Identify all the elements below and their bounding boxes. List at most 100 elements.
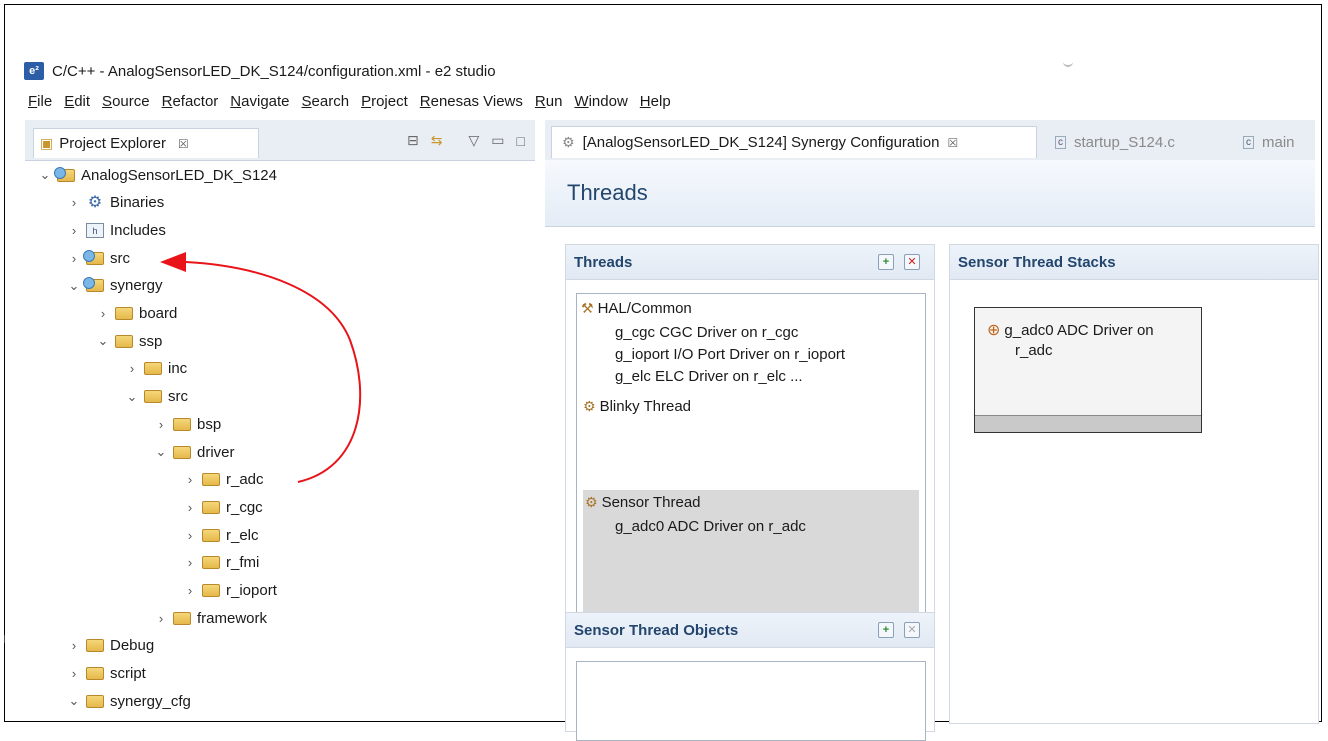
minimize-icon[interactable]: ▭ — [491, 132, 504, 149]
menu-navigate[interactable]: Navigate — [224, 91, 295, 112]
chevron-right-icon[interactable]: › — [184, 500, 196, 515]
tree-item-ssp[interactable]: ⌄ ssp — [97, 328, 163, 354]
tab-main-label: main — [1262, 133, 1295, 151]
tree-item-bsp[interactable]: › bsp — [155, 411, 221, 437]
chevron-right-icon[interactable]: › — [97, 306, 109, 321]
chevron-down-icon[interactable]: ⌄ — [68, 278, 80, 294]
thread-module-item[interactable]: g_ioport I/O Port Driver on r_ioport — [615, 346, 845, 363]
title-bar: e² C/C++ - AnalogSensorLED_DK_S124/confi… — [24, 59, 496, 83]
window-title: C/C++ - AnalogSensorLED_DK_S124/configur… — [52, 62, 496, 80]
tree-item-label: r_elc — [226, 526, 259, 544]
chevron-down-icon[interactable]: ⌄ — [126, 389, 138, 405]
thread-name: Blinky Thread — [599, 398, 691, 415]
tree-item-r-fmi[interactable]: › r_fmi — [184, 550, 260, 576]
tree-item-label: synergy_cfg — [110, 692, 191, 710]
tree-item-debug[interactable]: › Debug — [68, 633, 154, 659]
chevron-right-icon[interactable]: › — [184, 472, 196, 487]
thread-module-item[interactable]: g_elc ELC Driver on r_elc ... — [615, 368, 803, 385]
close-icon[interactable]: ☒ — [178, 137, 189, 151]
thread-sensor[interactable]: ⚙ Sensor Thread — [585, 494, 701, 511]
menu-refactor[interactable]: Refactor — [156, 91, 225, 112]
tree-item-src[interactable]: › src — [68, 245, 130, 271]
thread-module-item[interactable]: g_adc0 ADC Driver on r_adc — [615, 518, 806, 535]
gear-icon: ⚙ — [562, 134, 575, 150]
chevron-right-icon[interactable]: › — [68, 251, 80, 266]
tab-project-explorer[interactable]: ▣ Project Explorer ☒ — [33, 128, 259, 158]
chevron-down-icon[interactable]: ⌄ — [39, 167, 51, 183]
chevron-down-icon[interactable]: ⌄ — [68, 693, 80, 709]
thread-blinky[interactable]: ⚙ Blinky Thread — [583, 398, 691, 415]
project-explorer-header: ▣ Project Explorer ☒ ⊟ ⇆ ▽ ▭ □ — [25, 120, 535, 161]
folder-icon — [86, 639, 104, 653]
tree-item-driver[interactable]: ⌄ driver — [155, 439, 235, 465]
hal-module-icon: ⚒ — [581, 300, 594, 316]
stack-module-adc[interactable]: ⊕ g_adc0 ADC Driver on r_adc — [974, 307, 1202, 433]
tree-item-label: Debug — [110, 637, 155, 655]
pane-toolbar: ⊟ ⇆ ▽ ▭ □ — [407, 132, 525, 149]
chevron-right-icon[interactable]: › — [184, 555, 196, 570]
tree-item-r-cgc[interactable]: › r_cgc — [184, 494, 263, 520]
collapse-all-icon[interactable]: ⊟ — [407, 132, 419, 149]
folder-icon — [202, 500, 220, 514]
chevron-right-icon[interactable]: › — [184, 583, 196, 598]
tree-item-analogsensorled-dk-s124[interactable]: ⌄ AnalogSensorLED_DK_S124 — [39, 162, 277, 188]
tree-item-inc[interactable]: › inc — [126, 356, 187, 382]
menu-renesas-views[interactable]: Renesas Views — [414, 91, 529, 112]
tab-synergy-configuration[interactable]: ⚙ [AnalogSensorLED_DK_S124] Synergy Conf… — [551, 126, 1037, 158]
tree-item-includes[interactable]: › h Includes — [68, 217, 166, 243]
add-object-button[interactable]: + — [878, 622, 894, 638]
tree-item-src[interactable]: ⌄ src — [126, 384, 188, 410]
menu-window[interactable]: Window — [568, 91, 633, 112]
tree-item-binaries[interactable]: › ⚙ Binaries — [68, 190, 164, 216]
thread-hal-common[interactable]: ⚒ HAL/Common — [581, 300, 692, 317]
menu-help[interactable]: Help — [634, 91, 677, 112]
tree-item-script[interactable]: › script — [68, 661, 146, 687]
tree-item-synergy-cfg[interactable]: ⌄ synergy_cfg — [68, 688, 191, 714]
chevron-right-icon[interactable]: › — [68, 666, 80, 681]
chevron-right-icon[interactable]: › — [68, 638, 80, 653]
threads-section-title: Threads — [574, 253, 633, 271]
view-menu-icon[interactable]: ▽ — [469, 132, 480, 149]
folder-icon — [115, 334, 133, 348]
tree-item-label: src — [168, 388, 188, 406]
folder-icon — [173, 445, 191, 459]
menu-project[interactable]: Project — [355, 91, 414, 112]
menu-file[interactable]: File — [22, 91, 58, 112]
menu-run[interactable]: Run — [529, 91, 569, 112]
thread-stacks-header: Sensor Thread Stacks — [950, 245, 1318, 280]
tree-item-label: driver — [197, 443, 235, 461]
chevron-right-icon[interactable]: › — [68, 223, 80, 238]
tree-item-r-adc[interactable]: › r_adc — [184, 467, 264, 493]
link-with-editor-icon[interactable]: ⇆ — [431, 132, 443, 149]
menu-edit[interactable]: Edit — [58, 91, 96, 112]
menu-source[interactable]: Source — [96, 91, 156, 112]
window-decoration — [1063, 61, 1073, 67]
tree-item-synergy[interactable]: ⌄ synergy — [68, 273, 163, 299]
e2studio-logo-icon: e² — [24, 62, 44, 80]
add-thread-button[interactable]: + — [878, 254, 894, 270]
tree-item-framework[interactable]: › framework — [155, 605, 267, 631]
tree-item-label: src — [110, 249, 130, 267]
thread-stacks-title: Sensor Thread Stacks — [958, 253, 1116, 271]
tab-main-file[interactable]: c main — [1233, 126, 1323, 158]
tree-item-board[interactable]: › board — [97, 301, 178, 327]
chevron-down-icon[interactable]: ⌄ — [97, 333, 109, 349]
thread-objects-header: Sensor Thread Objects + ✕ — [566, 613, 934, 648]
remove-object-button[interactable]: ✕ — [904, 622, 920, 638]
chevron-right-icon[interactable]: › — [68, 195, 80, 210]
chevron-right-icon[interactable]: › — [155, 611, 167, 626]
tree-item-r-elc[interactable]: › r_elc — [184, 522, 259, 548]
chevron-right-icon[interactable]: › — [155, 417, 167, 432]
menu-search[interactable]: Search — [296, 91, 356, 112]
maximize-icon[interactable]: □ — [517, 133, 525, 149]
tab-startup-file[interactable]: c startup_S124.c — [1045, 126, 1215, 158]
chevron-down-icon[interactable]: ⌄ — [155, 444, 167, 460]
remove-thread-button[interactable]: ✕ — [904, 254, 920, 270]
thread-module-item[interactable]: g_cgc CGC Driver on r_cgc — [615, 324, 798, 341]
chevron-right-icon[interactable]: › — [184, 528, 196, 543]
threads-section-header: Threads + ✕ — [566, 245, 934, 280]
close-icon[interactable]: ☒ — [947, 136, 958, 150]
tab-synergy-configuration-label: [AnalogSensorLED_DK_S124] Synergy Config… — [582, 134, 940, 151]
tree-item-r-ioport[interactable]: › r_ioport — [184, 578, 277, 604]
chevron-right-icon[interactable]: › — [126, 361, 138, 376]
